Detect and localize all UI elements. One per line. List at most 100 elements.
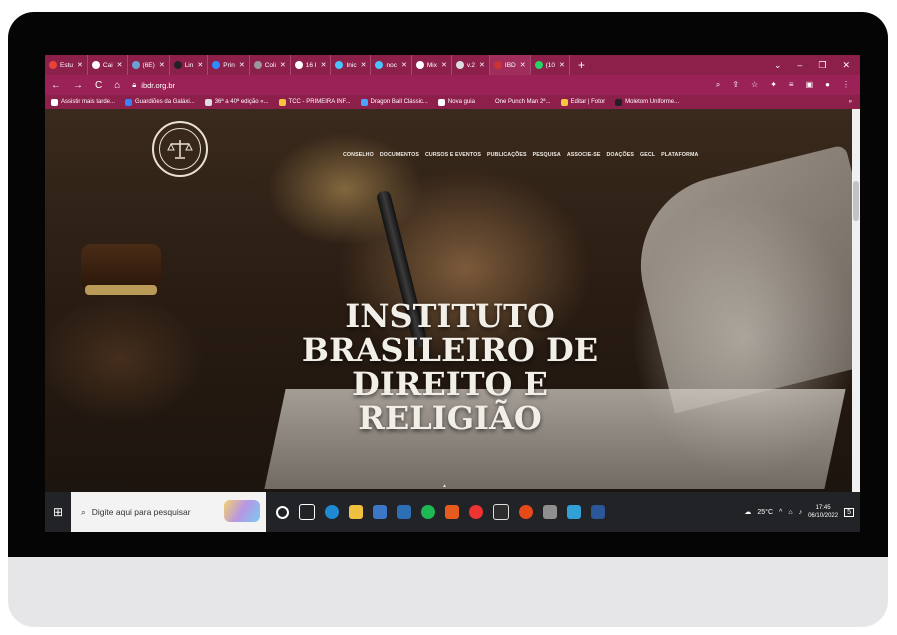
clock[interactable]: 17:45 06/10/2022 [808,504,838,520]
browser-tab[interactable]: Inic ✕ [331,55,372,75]
new-tab-button[interactable]: + [570,58,593,72]
browser-tab[interactable]: (10 ✕ [531,55,570,75]
bookmark-item[interactable]: Dragon Ball Clássic... [360,98,428,106]
browser-tab[interactable]: Cai ✕ [88,55,128,75]
nav-link[interactable]: ASSOCIE-SE [567,152,601,158]
close-tab-icon[interactable]: ✕ [77,61,83,69]
address-bar: ← → C ⌂ 🔒︎ ibdr.org.br ⌕ ⇪ ☆ ✦ ≡ ▣ ● ⋮ [45,75,860,95]
site-logo[interactable] [152,121,208,177]
file-explorer-icon[interactable] [349,505,363,519]
store-icon[interactable] [373,505,387,519]
bookmark-item[interactable]: Moletom Uniforme... [615,98,679,106]
home-icon[interactable]: ⌂ [114,80,120,91]
close-tab-icon[interactable]: ✕ [479,61,485,69]
bookmark-item[interactable]: TCC - PRIMEIRA INF... [278,98,351,106]
tab-label: Lin [184,61,194,69]
profile-avatar-icon[interactable]: ● [825,80,830,90]
bookmark-item[interactable]: Nova guia [437,98,475,106]
scales-of-justice-icon [159,128,201,170]
nav-link[interactable]: PESQUISA [533,152,561,158]
browser-tab[interactable]: noc ✕ [371,55,412,75]
bookmark-item[interactable]: Assistir mais tarde... [51,98,116,106]
task-view-icon[interactable] [299,504,315,520]
profile-icon [131,61,140,69]
edge-icon[interactable] [325,505,339,519]
back-icon[interactable]: ← [51,80,61,91]
reading-list-icon[interactable]: ≡ [789,80,794,90]
bookmark-item[interactable]: Guardiões da Galáxi... [125,98,195,106]
taskbar-search[interactable]: ⌕ Digite aqui para pesquisar [71,492,266,532]
nav-link[interactable]: DOCUMENTOS [380,152,419,158]
word-icon[interactable] [591,505,605,519]
spotify-icon[interactable] [421,505,435,519]
close-tab-icon[interactable]: ✕ [559,61,565,69]
sidepanel-icon[interactable]: ▣ [806,80,814,90]
close-tab-icon[interactable]: ✕ [280,61,286,69]
browser-tab[interactable]: Mix ✕ [412,55,452,75]
nav-link[interactable]: PUBLICAÇÕES [487,152,527,158]
close-tab-icon[interactable]: ✕ [361,61,367,69]
browser-tab[interactable]: IBD ✕ [489,55,531,75]
calculator-icon[interactable] [543,505,557,519]
bookmark-item[interactable]: One Punch Man 2ª... [484,98,551,106]
browser-tab[interactable]: v.2 ✕ [452,55,490,75]
network-icon[interactable]: ⌂ [788,509,792,516]
chrome-icon[interactable] [519,505,533,519]
zoom-icon[interactable]: ⌕ [716,80,720,90]
browser-tab[interactable]: (6E) ✕ [128,55,170,75]
bookmark-item[interactable]: 36ª a 40ª edição «... [204,98,269,106]
nav-link[interactable]: DOAÇÕES [606,152,633,158]
pdf-icon[interactable] [493,504,509,520]
close-tab-icon[interactable]: ✕ [321,61,327,69]
menu-icon[interactable]: ⋮ [842,80,850,90]
hero-title: INSTITUTO BRASILEIRO DE DIREITO E RELIGIÃO [270,299,630,435]
close-tab-icon[interactable]: ✕ [117,61,123,69]
bookmark-favicon-icon [204,98,212,106]
share-icon[interactable]: ⇪ [732,80,739,90]
more-bookmarks-icon[interactable]: » [849,99,860,105]
tab-label: Estu [60,61,74,69]
url-text: ibdr.org.br [141,80,176,90]
photos-icon[interactable] [567,505,581,519]
office-icon[interactable] [445,505,459,519]
url-field[interactable]: 🔒︎ ibdr.org.br [132,80,175,90]
mail-icon[interactable] [397,505,411,519]
bookmark-label: Assistir mais tarde... [61,99,116,105]
extensions-icon[interactable]: ✦ [770,80,777,90]
scrollbar-thumb[interactable] [853,181,859,221]
app-icon[interactable] [469,505,483,519]
star-icon[interactable]: ☆ [751,80,758,90]
nav-link[interactable]: GECL [640,152,655,158]
weather-icon[interactable]: ☁ [744,508,751,516]
browser-tab[interactable]: Prin ✕ [208,55,250,75]
browser-tab[interactable]: Lin ✕ [170,55,209,75]
close-window-button[interactable]: ✕ [842,60,850,71]
chevron-up-icon[interactable]: ^ [779,509,782,516]
close-tab-icon[interactable]: ✕ [441,61,447,69]
browser-tab[interactable]: 16 I ✕ [291,55,332,75]
forward-icon[interactable]: → [73,80,83,91]
reload-icon[interactable]: C [95,80,102,91]
notification-icon[interactable]: 5 [844,507,854,517]
close-tab-icon[interactable]: ✕ [197,61,203,69]
close-tab-icon[interactable]: ✕ [239,61,245,69]
volume-icon[interactable]: ♪ [799,509,803,516]
close-tab-icon[interactable]: ✕ [401,61,407,69]
cortana-icon[interactable] [276,505,289,519]
page-scrollbar[interactable] [852,109,860,492]
bookmark-item[interactable]: Editar | Fotor [560,98,605,106]
minimize-button[interactable]: – [797,60,802,71]
close-tab-icon[interactable]: ✕ [520,61,526,69]
browser-tab[interactable]: Estu ✕ [45,55,88,75]
tab-search-icon[interactable]: ⌄ [774,60,782,71]
nav-link[interactable]: CONSELHO [343,152,374,158]
gmail-icon [91,61,100,69]
website-hero: CONSELHO DOCUMENTOS CURSOS E EVENTOS PUBLIC… [45,109,860,492]
start-button[interactable]: ⊞ [45,505,71,519]
nav-link[interactable]: CURSOS E EVENTOS [425,152,481,158]
restore-button[interactable]: ❐ [818,60,826,71]
close-tab-icon[interactable]: ✕ [159,61,165,69]
browser-tab[interactable]: Coli ✕ [250,55,291,75]
hero-title-line: BRASILEIRO DE [301,331,599,369]
nav-link[interactable]: PLATAFORMA [661,152,698,158]
